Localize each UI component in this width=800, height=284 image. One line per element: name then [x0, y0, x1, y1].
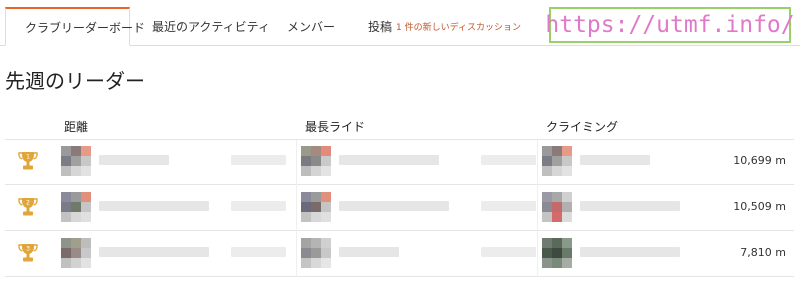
trophy-gold-icon: 1 — [18, 152, 38, 170]
climbing-value: 10,509 m — [733, 200, 786, 213]
tab-label: 投稿 — [368, 19, 393, 34]
value-blurred — [481, 201, 536, 211]
rank-number: 3 — [26, 246, 30, 253]
tab-posts[interactable]: 投稿 1 件の新しいディスカッション — [368, 7, 521, 45]
tab-club-leaderboard[interactable]: クラブリーダーボード — [5, 7, 145, 46]
column-header-distance: 距離 — [64, 120, 89, 134]
athlete-name-blurred — [580, 201, 680, 211]
avatar — [542, 192, 572, 224]
athlete-name-blurred — [339, 201, 449, 211]
rank-number: 2 — [26, 200, 30, 207]
watermark-url: https://utmf.info/ — [545, 7, 795, 43]
column-header-longest-ride: 最長ライド — [305, 120, 366, 134]
athlete-name-blurred — [99, 155, 169, 165]
avatar — [301, 192, 331, 224]
longest-ride-athlete[interactable] — [301, 140, 541, 184]
athlete-name-blurred — [99, 247, 209, 257]
column-header-climbing: クライミング — [546, 120, 619, 134]
distance-athlete[interactable] — [61, 140, 301, 184]
tab-recent-activity[interactable]: 最近のアクティビティ — [152, 7, 270, 45]
leaderboard-row: 3 7,810 m — [5, 232, 794, 276]
value-blurred — [231, 201, 286, 211]
avatar — [61, 192, 91, 224]
athlete-name-blurred — [99, 201, 209, 211]
value-blurred — [231, 247, 286, 257]
avatar — [542, 146, 572, 178]
new-discussion-note: 1 件の新しいディスカッション — [396, 22, 521, 33]
longest-ride-athlete[interactable] — [301, 232, 541, 276]
trophy-gold-icon: 2 — [18, 198, 38, 216]
leaderboard-row: 2 10,509 m — [5, 186, 794, 230]
value-blurred — [481, 155, 536, 165]
section-title: 先週のリーダー — [5, 69, 145, 93]
trophy-gold-icon: 3 — [18, 244, 38, 262]
distance-athlete[interactable] — [61, 232, 301, 276]
avatar — [301, 146, 331, 178]
tab-bar: クラブリーダーボード 最近のアクティビティ メンバー 投稿 1 件の新しいディス… — [0, 0, 800, 46]
value-blurred — [231, 155, 286, 165]
avatar — [542, 238, 572, 270]
athlete-name-blurred — [339, 155, 439, 165]
tab-label: メンバー — [287, 19, 336, 34]
athlete-name-blurred — [339, 247, 399, 257]
athlete-name-blurred — [580, 247, 680, 257]
club-page: クラブリーダーボード 最近のアクティビティ メンバー 投稿 1 件の新しいディス… — [0, 0, 800, 284]
climbing-value: 10,699 m — [733, 154, 786, 167]
tab-label: クラブリーダーボード — [25, 20, 146, 35]
climbing-value: 7,810 m — [740, 246, 786, 259]
divider — [5, 230, 794, 231]
divider — [5, 276, 794, 277]
distance-athlete[interactable] — [61, 186, 301, 230]
divider — [5, 184, 794, 185]
avatar — [61, 146, 91, 178]
leaderboard-row: 1 10,699 m — [5, 140, 794, 184]
tab-members[interactable]: メンバー — [287, 7, 335, 45]
longest-ride-athlete[interactable] — [301, 186, 541, 230]
rank-number: 1 — [26, 154, 30, 161]
avatar — [61, 238, 91, 270]
value-blurred — [481, 247, 536, 257]
athlete-name-blurred — [580, 155, 650, 165]
avatar — [301, 238, 331, 270]
tab-label: 最近のアクティビティ — [152, 19, 270, 34]
